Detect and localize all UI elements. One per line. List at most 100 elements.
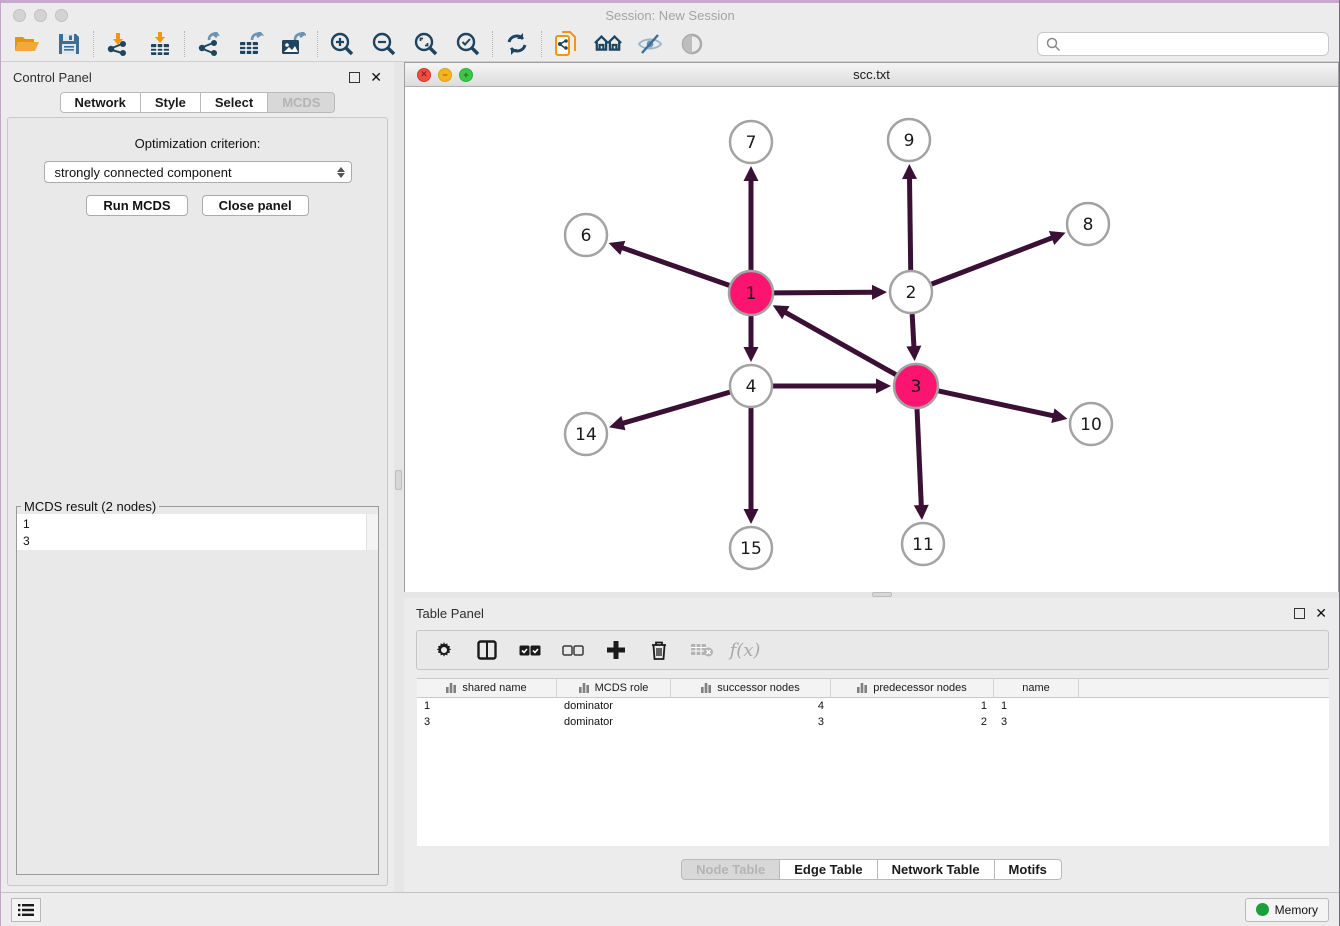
split-columns-button[interactable] (474, 637, 500, 663)
graph-edge-1-6[interactable] (620, 247, 729, 285)
tab-network-table[interactable]: Network Table (878, 859, 995, 880)
splitter-handle[interactable] (395, 470, 402, 490)
result-scrollbar[interactable] (366, 514, 378, 550)
cell-shared-name[interactable]: 3 (417, 716, 557, 728)
function-builder-button[interactable]: f(x) (732, 637, 758, 663)
status-bar: Memory (1, 892, 1339, 926)
node-label-15: 15 (740, 539, 762, 559)
cell-successor-nodes[interactable]: 4 (671, 700, 831, 712)
table-settings-button[interactable] (431, 637, 457, 663)
network-window-titlebar[interactable]: ✕ − + scc.txt (405, 63, 1338, 87)
export-table-button[interactable] (237, 31, 265, 57)
search-input[interactable] (1066, 37, 1320, 51)
column-header-MCDS-role[interactable]: MCDS role (557, 679, 671, 697)
first-neighbors-button[interactable] (594, 31, 622, 57)
export-network-button[interactable] (195, 31, 223, 57)
column-header-name[interactable]: name (994, 679, 1079, 697)
close-panel-icon[interactable]: ✕ (1315, 606, 1327, 620)
import-network-button[interactable] (104, 31, 132, 57)
select-all-button[interactable] (517, 637, 543, 663)
run-mcds-button[interactable]: Run MCDS (86, 195, 187, 216)
plus-icon (606, 640, 626, 660)
cell-predecessor-nodes[interactable]: 2 (831, 716, 994, 728)
cell-shared-name[interactable]: 1 (417, 700, 557, 712)
graph-edge-2-3[interactable] (912, 314, 914, 349)
zoom-fit-button[interactable] (412, 31, 440, 57)
column-header-successor-nodes[interactable]: successor nodes (671, 679, 831, 697)
mcds-panel: Optimization criterion: strongly connect… (7, 117, 388, 886)
close-panel-icon[interactable]: ✕ (370, 70, 382, 84)
graph-edge-2-8[interactable] (932, 237, 1055, 284)
columns-icon (477, 640, 497, 660)
show-all-button[interactable] (678, 31, 706, 57)
splitter-handle[interactable] (872, 592, 892, 597)
horizontal-splitter[interactable] (404, 592, 1339, 598)
cell-name[interactable]: 1 (994, 700, 1079, 712)
plus-icon (336, 38, 344, 46)
memory-label: Memory (1275, 903, 1318, 917)
app-window: Session: New Session (1, 0, 1339, 926)
node-label-7: 7 (746, 133, 757, 153)
cell-successor-nodes[interactable]: 3 (671, 716, 831, 728)
cell-name[interactable]: 3 (994, 716, 1079, 728)
graph-edge-1-2[interactable] (774, 292, 875, 293)
table-row[interactable]: 3dominator323 (417, 714, 1329, 730)
tab-motifs[interactable]: Motifs (995, 859, 1062, 880)
table-body: 1dominator4113dominator323 (417, 698, 1329, 730)
graph-edge-2-9[interactable] (909, 176, 910, 270)
tab-style[interactable]: Style (141, 92, 201, 113)
graph-edge-4-14[interactable] (621, 392, 730, 424)
edge-arrowhead-icon (906, 346, 921, 361)
tab-network[interactable]: Network (60, 92, 141, 113)
graph-edge-3-10[interactable] (938, 391, 1055, 416)
cell-MCDS-role[interactable]: dominator (557, 700, 671, 712)
node-label-14: 14 (575, 425, 597, 445)
export-image-button[interactable] (279, 31, 307, 57)
node-table: shared nameMCDS rolesuccessor nodesprede… (417, 678, 1329, 846)
node-label-11: 11 (912, 535, 934, 555)
search-field[interactable] (1037, 32, 1329, 56)
memory-button[interactable]: Memory (1245, 898, 1329, 922)
task-history-button[interactable] (11, 898, 41, 922)
edge-arrowhead-icon (872, 285, 887, 300)
add-row-button[interactable] (603, 637, 629, 663)
tab-node-table[interactable]: Node Table (681, 859, 780, 880)
node-label-1: 1 (746, 284, 757, 304)
optimization-criterion-select[interactable]: strongly connected component (44, 161, 352, 183)
vertical-splitter[interactable] (394, 62, 404, 892)
control-tabs: NetworkStyleSelectMCDS (1, 92, 394, 113)
edge-arrowhead-icon (902, 164, 917, 179)
delete-row-button[interactable] (646, 637, 672, 663)
zoom-in-button[interactable] (328, 31, 356, 57)
tab-select[interactable]: Select (201, 92, 268, 113)
network-canvas[interactable]: 7968124314101511 (405, 87, 1338, 592)
unchecked-boxes-icon (562, 645, 584, 656)
network-view-window: ✕ − + scc.txt 7968124314101511 (404, 62, 1339, 592)
zoom-selected-button[interactable] (454, 31, 482, 57)
graph-edge-3-11[interactable] (917, 409, 921, 508)
cell-MCDS-role[interactable]: dominator (557, 716, 671, 728)
control-panel-title: Control Panel (13, 70, 92, 85)
tab-edge-table[interactable]: Edge Table (780, 859, 877, 880)
deselect-all-button[interactable] (560, 637, 586, 663)
import-table-button[interactable] (146, 31, 174, 57)
network-title: scc.txt (405, 67, 1338, 82)
table-row[interactable]: 1dominator411 (417, 698, 1329, 714)
graph-edge-3-1[interactable] (783, 311, 896, 375)
zoom-out-button[interactable] (370, 31, 398, 57)
float-panel-icon[interactable] (1294, 608, 1305, 619)
edge-arrowhead-icon (609, 416, 625, 430)
save-session-button[interactable] (55, 31, 83, 57)
open-session-button[interactable] (13, 31, 41, 57)
tab-mcds[interactable]: MCDS (268, 92, 335, 113)
apply-layout-button[interactable] (503, 31, 531, 57)
float-panel-icon[interactable] (349, 72, 360, 83)
search-icon (1046, 37, 1061, 52)
close-panel-button[interactable]: Close panel (202, 195, 309, 216)
hide-selected-button[interactable] (636, 31, 664, 57)
cell-predecessor-nodes[interactable]: 1 (831, 700, 994, 712)
network-overview-button[interactable] (552, 31, 580, 57)
column-header-shared-name[interactable]: shared name (417, 679, 557, 697)
delete-table-button[interactable] (689, 637, 715, 663)
column-header-predecessor-nodes[interactable]: predecessor nodes (831, 679, 994, 697)
